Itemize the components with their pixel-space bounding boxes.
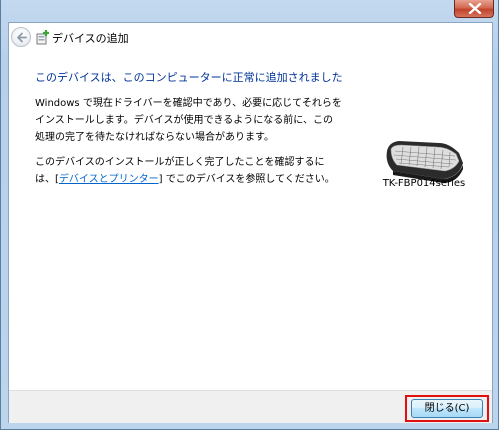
- paragraph-line: 処理の完了を待たなければならない場合があります。: [35, 132, 274, 143]
- device-wizard-icon: [36, 30, 49, 45]
- close-dialog-button[interactable]: 閉じる(C): [411, 399, 483, 418]
- paragraph-text: は、[: [35, 174, 59, 185]
- keyboard-icon: [386, 141, 463, 183]
- paragraph-line: インストールします。デバイスが使用できるようになる前に、この: [35, 115, 333, 126]
- driver-check-paragraph: Windows で現在ドライバーを確認中であり、必要に応じてそれらを インストー…: [35, 95, 342, 146]
- main-instruction: このデバイスは、このコンピューターに正常に追加されました: [35, 71, 343, 84]
- paragraph-line: Windows で現在ドライバーを確認中であり、必要に応じてそれらを: [35, 98, 342, 109]
- wizard-window: デバイスの追加 このデバイスは、このコンピューターに正常に追加されました Win…: [0, 0, 499, 430]
- verify-install-paragraph: このデバイスのインストールが正しく完了したことを確認するに は、[デバイスとプリ…: [35, 154, 335, 188]
- paragraph-text: ] でこのデバイスを参照してください。: [158, 174, 335, 185]
- back-arrow-icon: [17, 32, 27, 43]
- device-name-label: TK-FBP014series: [382, 178, 466, 189]
- wizard-title: デバイスの追加: [52, 32, 129, 45]
- wizard-header: デバイスの追加: [9, 23, 492, 53]
- devices-and-printers-link[interactable]: デバイスとプリンター: [59, 174, 159, 185]
- paragraph-line: は、[デバイスとプリンター] でこのデバイスを参照してください。: [35, 171, 335, 188]
- back-button[interactable]: [11, 27, 31, 47]
- dialog-client: デバイスの追加 このデバイスは、このコンピューターに正常に追加されました Win…: [8, 22, 493, 423]
- wizard-footer: 閉じる(C): [9, 390, 492, 423]
- window-close-button[interactable]: [454, 0, 494, 18]
- title-bar: [1, 0, 498, 22]
- paragraph-line: このデバイスのインストールが正しく完了したことを確認するに: [35, 157, 325, 168]
- close-icon: [468, 3, 482, 14]
